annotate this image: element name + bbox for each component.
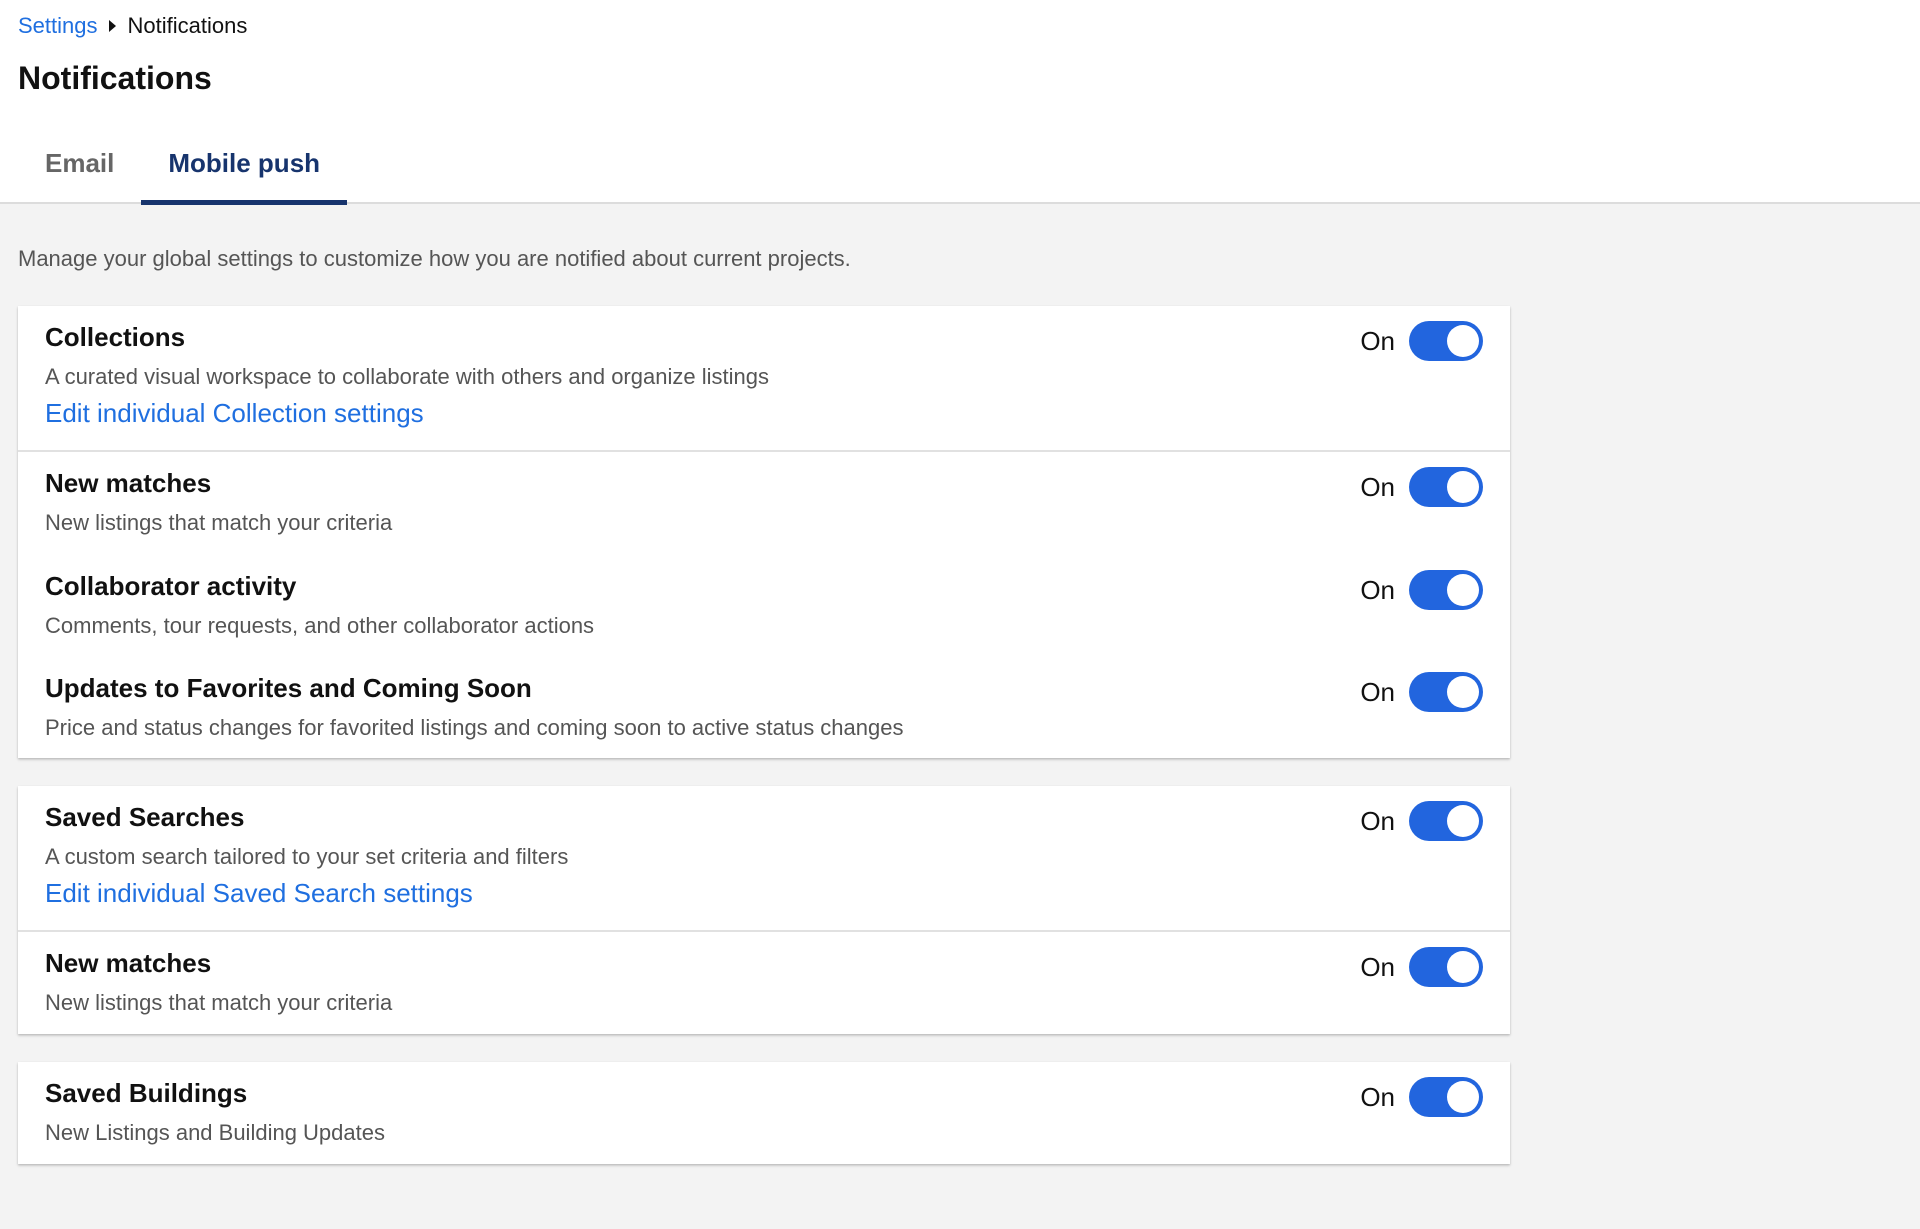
row-title: Updates to Favorites and Coming Soon [45, 673, 532, 703]
tab-bar: Email Mobile push [18, 138, 347, 205]
saved-buildings-toggle[interactable] [1409, 1077, 1483, 1117]
toggle-group: On [1360, 570, 1483, 610]
row-title: Collaborator activity [45, 571, 297, 601]
toggle-state-label: On [1360, 471, 1395, 502]
intro-text: Manage your global settings to customize… [18, 246, 851, 271]
favorites-updates-toggle[interactable] [1409, 672, 1483, 712]
row-title: Collections [45, 322, 186, 352]
toggle-state-label: On [1360, 325, 1395, 356]
row-description: Price and status changes for favorited l… [45, 715, 904, 740]
toggle-group: On [1360, 467, 1483, 507]
saved-search-new-matches-toggle[interactable] [1409, 947, 1483, 987]
page-header: Settings Notifications Notifications Ema… [0, 0, 1920, 205]
row-description: A curated visual workspace to collaborat… [45, 364, 769, 389]
saved-searches-card: Saved Searches A custom search tailored … [18, 786, 1510, 1034]
row-description: New listings that match your criteria [45, 510, 393, 535]
breadcrumb-settings-link[interactable]: Settings [18, 13, 98, 39]
row-description: A custom search tailored to your set cri… [45, 844, 569, 869]
saved-buildings-card: Saved Buildings New Listings and Buildin… [18, 1062, 1510, 1164]
toggle-state-label: On [1360, 1081, 1395, 1112]
toggle-state-label: On [1360, 951, 1395, 982]
tab-mobile-push[interactable]: Mobile push [141, 138, 347, 205]
edit-saved-search-settings-link[interactable]: Edit individual Saved Search settings [45, 878, 473, 909]
row-title: New matches [45, 948, 212, 978]
saved-buildings-row: Saved Buildings New Listings and Buildin… [18, 1062, 1510, 1164]
breadcrumb-caret-icon [108, 20, 116, 32]
collections-row: Collections A curated visual workspace t… [18, 306, 1510, 450]
row-title: Saved Buildings [45, 1078, 248, 1108]
collections-card: Collections A curated visual workspace t… [18, 306, 1510, 758]
toggle-group: On [1360, 801, 1483, 841]
tab-email[interactable]: Email [18, 138, 141, 204]
breadcrumb-current: Notifications [127, 13, 248, 38]
toggle-state-label: On [1360, 676, 1395, 707]
toggle-group: On [1360, 947, 1483, 987]
toggle-group: On [1360, 321, 1483, 361]
new-matches-row: New matches New listings that match your… [18, 930, 1510, 1034]
row-description: New Listings and Building Updates [45, 1120, 385, 1145]
row-description: New listings that match your criteria [45, 990, 393, 1015]
new-matches-toggle[interactable] [1409, 467, 1483, 507]
collections-toggle[interactable] [1409, 321, 1483, 361]
collaborator-activity-toggle[interactable] [1409, 570, 1483, 610]
page-title: Notifications [18, 60, 212, 96]
edit-collection-settings-link[interactable]: Edit individual Collection settings [45, 398, 424, 429]
saved-searches-toggle[interactable] [1409, 801, 1483, 841]
row-title: Saved Searches [45, 802, 245, 832]
toggle-group: On [1360, 672, 1483, 712]
row-description: Comments, tour requests, and other colla… [45, 613, 595, 638]
saved-searches-row: Saved Searches A custom search tailored … [18, 786, 1510, 930]
toggle-group: On [1360, 1077, 1483, 1117]
row-title: New matches [45, 468, 212, 498]
breadcrumb: Settings Notifications [18, 12, 247, 40]
toggle-state-label: On [1360, 805, 1395, 836]
toggle-state-label: On [1360, 574, 1395, 605]
new-matches-row: New matches New listings that match your… [18, 450, 1510, 758]
